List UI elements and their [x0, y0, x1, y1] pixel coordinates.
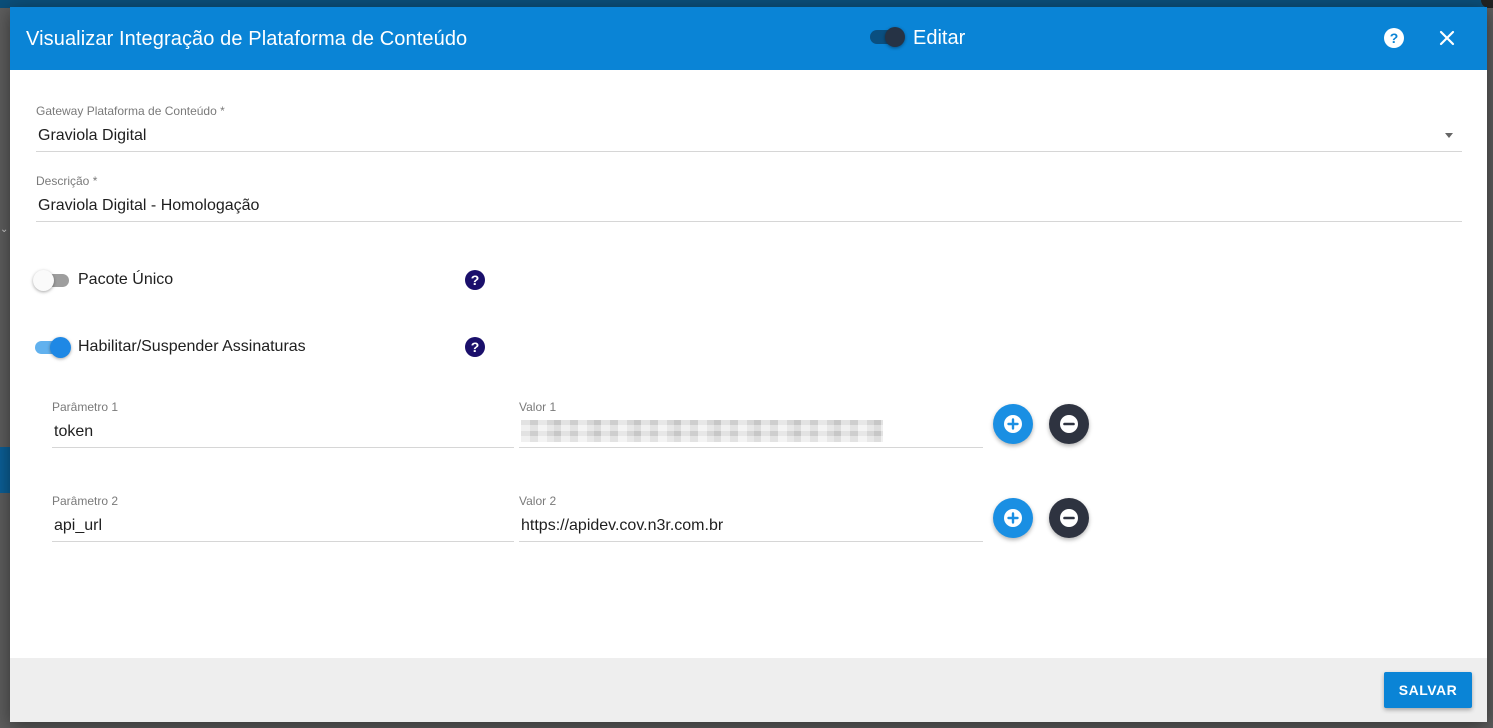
integration-dialog: Visualizar Integração de Plataforma de C…: [10, 7, 1487, 722]
edit-mode-label: Editar: [913, 27, 966, 49]
value-2-label: Valor 2: [519, 494, 557, 508]
value-1-label: Valor 1: [519, 400, 557, 414]
parameter-2-underline: [52, 541, 514, 542]
habilitar-assinaturas-help-icon[interactable]: ?: [465, 337, 485, 357]
pacote-unico-label: Pacote Único: [78, 271, 174, 288]
gateway-required-mark: *: [220, 104, 225, 118]
description-input[interactable]: Graviola Digital - Homologação: [38, 196, 259, 216]
svg-text:?: ?: [471, 339, 480, 355]
value-2-underline: [519, 541, 983, 542]
remove-parameter-button[interactable]: [1049, 404, 1089, 444]
dialog-title: Visualizar Integração de Plataforma de C…: [26, 28, 468, 50]
value-2-input[interactable]: https://apidev.cov.n3r.com.br: [521, 516, 723, 536]
habilitar-assinaturas-thumb: [50, 337, 71, 358]
add-parameter-button[interactable]: [993, 498, 1033, 538]
gateway-select-value[interactable]: Graviola Digital: [38, 126, 146, 146]
dropdown-arrow-icon[interactable]: [1445, 133, 1453, 138]
edit-mode-switch[interactable]: [870, 25, 906, 49]
minus-circle-icon: [1060, 415, 1078, 433]
help-icon[interactable]: ?: [1383, 27, 1405, 49]
parameter-2-input[interactable]: api_url: [54, 516, 102, 536]
pacote-unico-help-icon[interactable]: ?: [465, 270, 485, 290]
parameter-1-underline: [52, 447, 514, 448]
description-underline: [36, 221, 1462, 222]
svg-text:?: ?: [1390, 30, 1399, 46]
gateway-label-text: Gateway Plataforma de Conteúdo: [36, 104, 217, 118]
description-label: Descrição *: [36, 174, 97, 188]
close-icon[interactable]: [1436, 27, 1458, 49]
save-button[interactable]: SALVAR: [1384, 672, 1472, 708]
habilitar-assinaturas-label: Habilitar/Suspender Assinaturas: [78, 338, 306, 355]
gateway-underline: [36, 151, 1462, 152]
parameter-1-label: Parâmetro 1: [52, 400, 119, 414]
add-parameter-button[interactable]: [993, 404, 1033, 444]
background-chevron-icon: ⌄: [0, 224, 9, 235]
minus-circle-icon: [1060, 509, 1078, 527]
dialog-footer: SALVAR: [10, 658, 1487, 722]
svg-text:?: ?: [471, 272, 480, 288]
value-1-underline: [519, 447, 983, 448]
description-required-mark: *: [92, 174, 98, 188]
plus-circle-icon: [1004, 509, 1022, 527]
background-sidebar-active-item: [0, 447, 10, 493]
edit-switch-thumb: [885, 27, 905, 47]
pacote-unico-switch[interactable]: [33, 269, 71, 291]
description-label-text: Descrição: [36, 174, 90, 188]
remove-parameter-button[interactable]: [1049, 498, 1089, 538]
habilitar-assinaturas-switch[interactable]: [35, 336, 71, 358]
pacote-unico-thumb: [33, 270, 54, 291]
value-1-redacted[interactable]: [521, 420, 883, 442]
parameter-1-input[interactable]: token: [54, 422, 93, 442]
gateway-label: Gateway Plataforma de Conteúdo *: [36, 104, 225, 118]
plus-circle-icon: [1004, 415, 1022, 433]
dialog-header: Visualizar Integração de Plataforma de C…: [10, 7, 1487, 70]
parameter-2-label: Parâmetro 2: [52, 494, 119, 508]
